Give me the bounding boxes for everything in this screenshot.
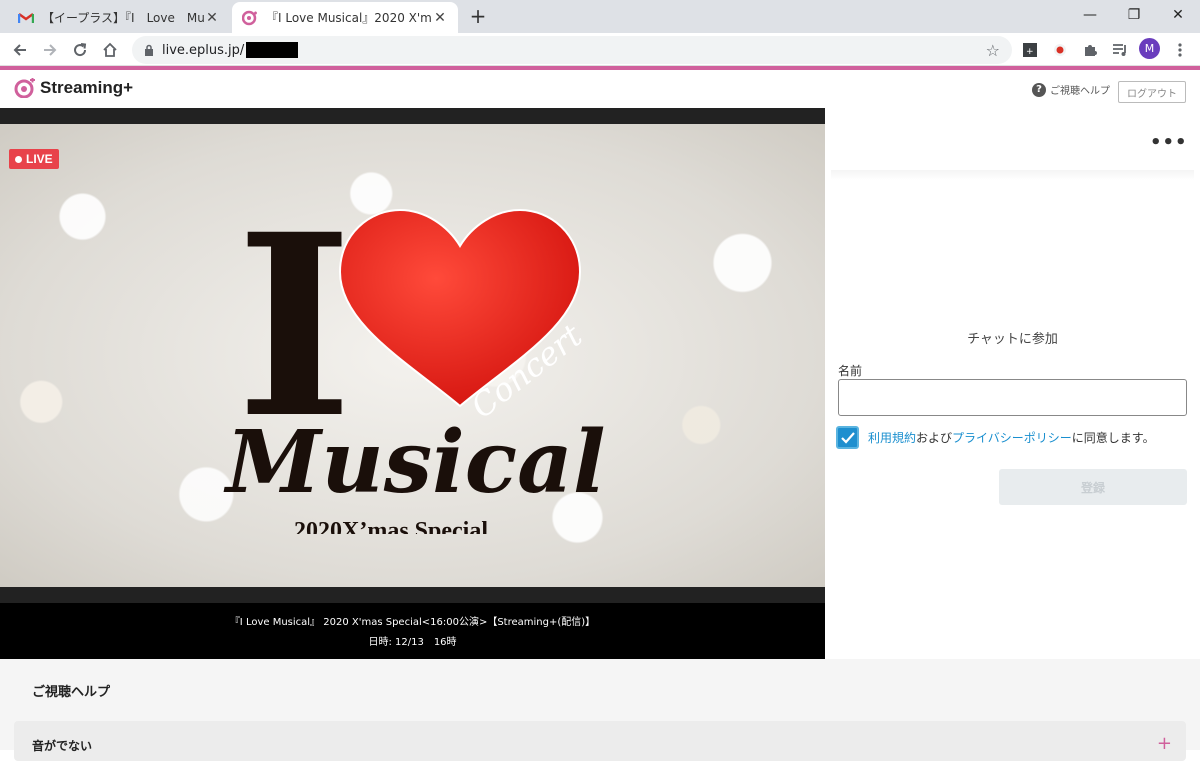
- streaming-plus-logo[interactable]: Streaming+: [14, 78, 133, 98]
- forward-icon[interactable]: [37, 37, 63, 63]
- minimize-button[interactable]: —: [1068, 0, 1112, 30]
- faq-item[interactable]: 音がでない +: [14, 721, 1186, 761]
- video-player[interactable]: LIVE I Concert Musical 2020X’mas Special…: [0, 108, 825, 659]
- chat-panel: ••• チャットに参加 名前 利用規約 および プライバシーポリシー に同意しま…: [825, 108, 1200, 659]
- letterbox-bottom: [0, 587, 825, 603]
- agree-checkbox[interactable]: [836, 426, 859, 449]
- agreement-row: 利用規約 および プライバシーポリシー に同意します。: [836, 426, 1155, 449]
- site-header: Streaming+ ? ご視聴ヘルプ ログアウト: [0, 70, 1200, 108]
- artwork-musical-text: Musical: [223, 412, 606, 513]
- new-tab-button[interactable]: +: [466, 5, 490, 29]
- lock-icon: [144, 44, 154, 56]
- puzzle-extensions-icon[interactable]: [1078, 38, 1102, 62]
- streaming-plus-logo-icon: [14, 78, 35, 98]
- profile-avatar[interactable]: M: [1139, 38, 1160, 59]
- tab-title: 【イープラス】『I Love Musical』2020 X'mas Specia…: [42, 11, 204, 25]
- tab-streaming[interactable]: 『I Love Musical』2020 X'mas Special ✕: [232, 2, 458, 33]
- viewing-help-link[interactable]: ? ご視聴ヘルプ: [1032, 82, 1110, 97]
- name-input[interactable]: [838, 379, 1187, 416]
- tab-close-icon[interactable]: ✕: [204, 10, 220, 26]
- tab-eplus[interactable]: 【イープラス】『I Love Musical』2020 X'mas Specia…: [8, 2, 230, 33]
- close-window-button[interactable]: ✕: [1156, 0, 1200, 30]
- expand-plus-icon[interactable]: +: [1157, 733, 1172, 754]
- streaming-plus-icon: [242, 10, 258, 26]
- stream-datetime: 日時: 12/13 16時: [368, 637, 457, 648]
- reload-icon[interactable]: [67, 37, 93, 63]
- home-icon[interactable]: [97, 37, 123, 63]
- tab-close-icon[interactable]: ✕: [432, 10, 448, 26]
- checkmark-icon: [840, 431, 855, 444]
- bookmark-star-icon[interactable]: ☆: [986, 41, 1000, 60]
- agree-and-text: および: [916, 431, 953, 445]
- agree-suffix-text: に同意します。: [1071, 431, 1155, 445]
- browser-tab-bar: 【イープラス】『I Love Musical』2020 X'mas Specia…: [0, 0, 1200, 33]
- restore-button[interactable]: ❐: [1112, 0, 1156, 30]
- gmail-icon: [18, 10, 34, 26]
- svg-text:+: +: [1026, 47, 1034, 57]
- tab-title: 『I Love Musical』2020 X'mas Special: [266, 11, 432, 25]
- name-field-label: 名前: [838, 364, 863, 378]
- record-extension-icon[interactable]: [1048, 38, 1072, 62]
- live-dot-icon: [15, 155, 22, 163]
- help-question-icon: ?: [1032, 82, 1046, 97]
- url-text: live.eplus.jp/: [162, 42, 245, 58]
- chat-header-shadow: [831, 170, 1194, 180]
- register-button[interactable]: 登録: [999, 469, 1187, 505]
- event-key-visual: I Concert Musical 2020X’mas Special: [223, 184, 606, 534]
- chat-join-title: チャットに参加: [967, 332, 1058, 347]
- address-bar[interactable]: live.eplus.jp/ ☆: [132, 36, 1012, 64]
- redacted-url-path: [246, 42, 299, 58]
- terms-link[interactable]: 利用規約: [868, 429, 916, 446]
- extension-icon[interactable]: +: [1018, 38, 1042, 62]
- browser-menu-icon[interactable]: [1168, 38, 1192, 62]
- letterbox-top: [0, 108, 825, 124]
- more-options-icon[interactable]: •••: [1150, 132, 1188, 153]
- logo-text: Streaming+: [40, 78, 134, 97]
- stream-title: 『I Love Musical』 2020 X'mas Special<16:0…: [229, 617, 596, 628]
- live-badge: LIVE: [9, 149, 59, 169]
- faq-question: 音がでない: [32, 739, 93, 753]
- media-control-icon[interactable]: [1108, 38, 1132, 62]
- back-icon[interactable]: [7, 37, 33, 63]
- video-frame[interactable]: LIVE I Concert Musical 2020X’mas Special: [0, 124, 825, 587]
- privacy-policy-link[interactable]: プライバシーポリシー: [952, 429, 1072, 446]
- help-section: ご視聴ヘルプ 音がでない +: [0, 659, 1200, 761]
- logout-button[interactable]: ログアウト: [1118, 81, 1186, 103]
- live-badge-label: LIVE: [26, 152, 53, 166]
- help-heading: ご視聴ヘルプ: [32, 685, 111, 700]
- artwork-subtitle: 2020X’mas Special: [294, 518, 488, 534]
- help-link-label: ご視聴ヘルプ: [1050, 86, 1110, 97]
- stream-caption: 『I Love Musical』 2020 X'mas Special<16:0…: [0, 603, 825, 659]
- browser-toolbar: live.eplus.jp/ ☆ +: [0, 33, 1200, 66]
